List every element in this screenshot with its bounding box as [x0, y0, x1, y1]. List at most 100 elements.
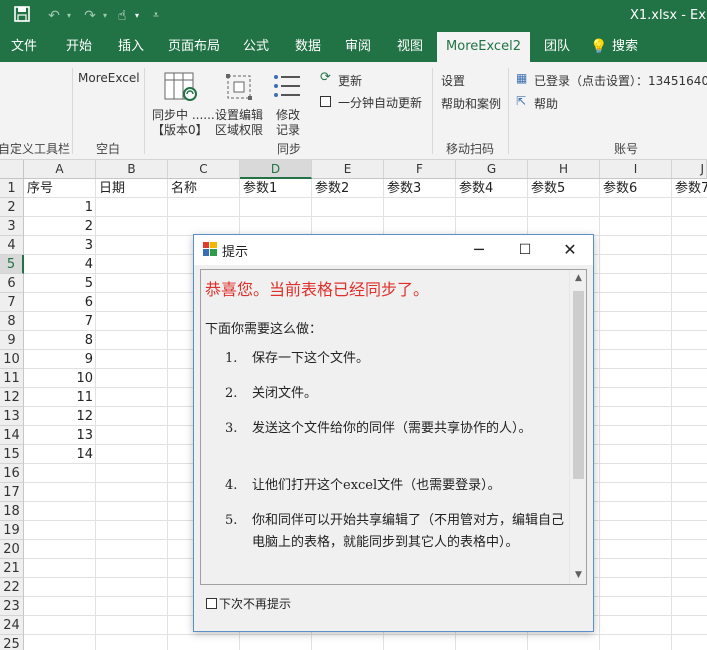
- dialog-titlebar[interactable]: 提示 ─ ☐ ✕: [194, 235, 593, 265]
- value-cell[interactable]: 11: [24, 388, 96, 407]
- column-header-j[interactable]: J: [672, 160, 707, 179]
- row-header[interactable]: 10: [0, 350, 24, 369]
- value-cell[interactable]: 10: [24, 369, 96, 388]
- header-cell[interactable]: 参数4: [456, 179, 528, 198]
- scroll-thumb[interactable]: [573, 291, 584, 479]
- set-edit-line2[interactable]: 区域权限: [215, 121, 263, 138]
- dont-show-again[interactable]: 下次不再提示: [206, 595, 291, 612]
- column-header-c[interactable]: C: [168, 160, 240, 179]
- touch-dropdown-icon[interactable]: ▾: [132, 6, 142, 26]
- row-header[interactable]: 6: [0, 274, 24, 293]
- header-cell[interactable]: 参数1: [240, 179, 312, 198]
- dialog-scrollbar[interactable]: ▲ ▼: [569, 270, 586, 584]
- column-header-d[interactable]: D: [240, 160, 312, 179]
- header-cell[interactable]: 参数7: [672, 179, 707, 198]
- scroll-down-icon[interactable]: ▼: [570, 567, 586, 584]
- value-cell[interactable]: 3: [24, 236, 96, 255]
- row-header[interactable]: 24: [0, 616, 24, 635]
- row-header[interactable]: 19: [0, 521, 24, 540]
- undo-icon[interactable]: ↶: [44, 6, 64, 26]
- tab-data[interactable]: 数据: [287, 32, 329, 62]
- row-header[interactable]: 7: [0, 293, 24, 312]
- tab-search[interactable]: 搜索: [608, 32, 642, 62]
- tab-review[interactable]: 审阅: [337, 32, 379, 62]
- touch-mode-icon[interactable]: ☝: [112, 6, 132, 26]
- modify-line2[interactable]: 记录: [276, 121, 300, 138]
- row-header[interactable]: 8: [0, 312, 24, 331]
- tab-insert[interactable]: 插入: [107, 32, 155, 62]
- row-header[interactable]: 13: [0, 407, 24, 426]
- maximize-icon[interactable]: ☐: [502, 235, 548, 265]
- row-header[interactable]: 22: [0, 578, 24, 597]
- row-header[interactable]: 18: [0, 502, 24, 521]
- value-cell[interactable]: 9: [24, 350, 96, 369]
- row-header[interactable]: 12: [0, 388, 24, 407]
- column-header-i[interactable]: I: [600, 160, 672, 179]
- logged-in-button[interactable]: 已登录（点击设置）：13451640: [534, 72, 707, 89]
- header-cell[interactable]: 参数3: [384, 179, 456, 198]
- tab-view[interactable]: 视图: [389, 32, 431, 62]
- modify-record-icon[interactable]: [272, 72, 302, 105]
- header-cell[interactable]: 参数6: [600, 179, 672, 198]
- redo-dropdown-icon[interactable]: ▾: [100, 6, 110, 26]
- settings-button[interactable]: 设置: [441, 72, 465, 89]
- row-header[interactable]: 9: [0, 331, 24, 350]
- sync-table-icon[interactable]: [164, 72, 198, 105]
- header-cell[interactable]: 参数5: [528, 179, 600, 198]
- header-cell[interactable]: 名称: [168, 179, 240, 198]
- value-cell[interactable]: 8: [24, 331, 96, 350]
- row-header[interactable]: 15: [0, 445, 24, 464]
- row-header[interactable]: 11: [0, 369, 24, 388]
- column-header-g[interactable]: G: [456, 160, 528, 179]
- header-cell[interactable]: 日期: [96, 179, 168, 198]
- redo-icon[interactable]: ↷: [80, 6, 100, 26]
- row-header[interactable]: 4: [0, 236, 24, 255]
- close-icon[interactable]: ✕: [547, 235, 593, 265]
- dialog-message[interactable]: 恭喜您。当前表格已经同步了。 下面你需要这么做： 1. 保存一下这个文件。 2.…: [200, 269, 587, 585]
- row-header[interactable]: 14: [0, 426, 24, 445]
- row-header[interactable]: 20: [0, 540, 24, 559]
- row-header[interactable]: 17: [0, 483, 24, 502]
- value-cell[interactable]: 4: [24, 255, 96, 274]
- tab-file[interactable]: 文件: [0, 32, 48, 62]
- column-header-b[interactable]: B: [96, 160, 168, 179]
- moreexcel-label[interactable]: MoreExcel: [78, 71, 140, 85]
- undo-dropdown-icon[interactable]: ▾: [64, 6, 74, 26]
- help-cases-button[interactable]: 帮助和案例: [441, 95, 501, 112]
- header-cell[interactable]: 参数2: [312, 179, 384, 198]
- save-icon[interactable]: [12, 6, 32, 26]
- row-header[interactable]: 2: [0, 198, 24, 217]
- tab-team[interactable]: 团队: [536, 32, 578, 62]
- column-header-a[interactable]: A: [24, 160, 96, 179]
- tab-home[interactable]: 开始: [55, 32, 103, 62]
- update-button[interactable]: 更新: [338, 72, 362, 89]
- tab-formulas[interactable]: 公式: [235, 32, 277, 62]
- customize-qat-icon[interactable]: ⩡: [150, 6, 162, 26]
- value-cell[interactable]: 1: [24, 198, 96, 217]
- value-cell[interactable]: 5: [24, 274, 96, 293]
- sync-button-line2[interactable]: 【版本0】: [152, 121, 208, 138]
- value-cell[interactable]: 13: [24, 426, 96, 445]
- header-cell[interactable]: 序号: [24, 179, 96, 198]
- column-header-h[interactable]: H: [528, 160, 600, 179]
- value-cell[interactable]: 6: [24, 293, 96, 312]
- row-header[interactable]: 16: [0, 464, 24, 483]
- value-cell[interactable]: 12: [24, 407, 96, 426]
- refresh-icon[interactable]: ⟳: [320, 70, 331, 85]
- row-header[interactable]: 21: [0, 559, 24, 578]
- edit-region-icon[interactable]: [224, 72, 254, 105]
- column-header-e[interactable]: E: [312, 160, 384, 179]
- tab-page-layout[interactable]: 页面布局: [163, 32, 225, 62]
- row-header[interactable]: 25: [0, 635, 24, 650]
- minimize-icon[interactable]: ─: [456, 235, 502, 265]
- scroll-up-icon[interactable]: ▲: [570, 270, 586, 287]
- help-button[interactable]: 帮助: [534, 95, 558, 112]
- value-cell[interactable]: 14: [24, 445, 96, 464]
- column-header-f[interactable]: F: [384, 160, 456, 179]
- row-header[interactable]: 1: [0, 179, 24, 198]
- row-header[interactable]: 5: [0, 255, 24, 274]
- value-cell[interactable]: 2: [24, 217, 96, 236]
- select-all-corner[interactable]: [0, 160, 24, 179]
- row-header[interactable]: 23: [0, 597, 24, 616]
- tab-moreexcel2[interactable]: MoreExcel2: [437, 32, 530, 62]
